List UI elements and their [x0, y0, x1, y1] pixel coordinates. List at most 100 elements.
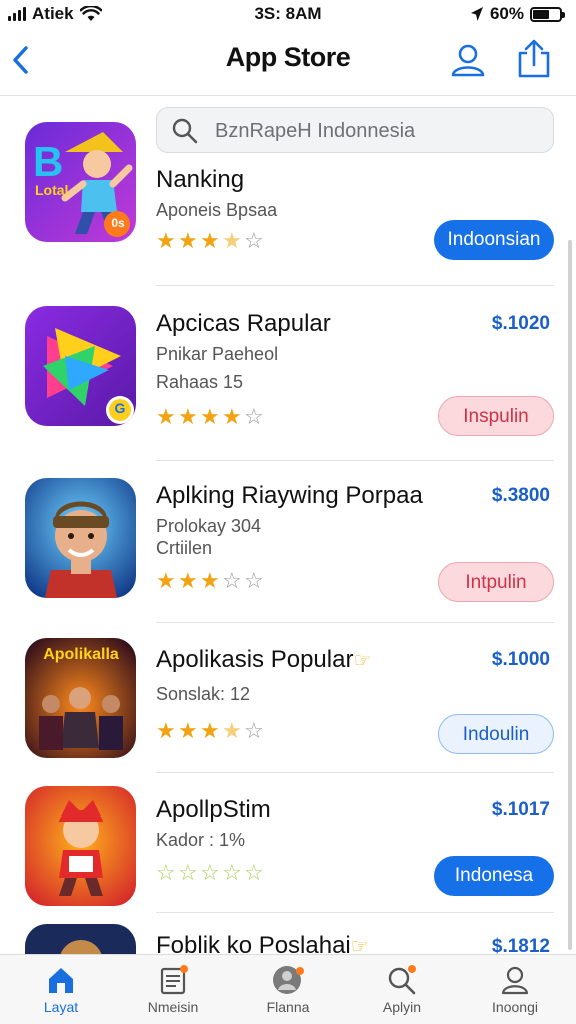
app-icon-letter: B	[33, 138, 64, 185]
star-rating: ★ ★ ★ ★ ☆	[156, 406, 265, 428]
search-icon	[388, 965, 416, 995]
star-icon: ☆	[222, 860, 242, 885]
star-icon: ★	[200, 228, 220, 253]
battery-percent: 60%	[489, 4, 524, 23]
tab-account[interactable]: Inoongi	[460, 961, 570, 1023]
app-price: $.3800	[491, 485, 550, 506]
status-right: 60%	[470, 4, 565, 24]
get-button[interactable]: Indoonsian	[434, 220, 554, 260]
app-row[interactable]: B Lotal 0s Nanking Aponeis Bpsaa ★ ★ ★ ★ ☆ I…	[0, 120, 576, 286]
star-icon: ★	[156, 404, 176, 429]
app-icon-title: Apolikalla	[43, 646, 119, 663]
app-developer: Pnikar Paeheol	[156, 344, 279, 364]
battery-icon	[530, 6, 565, 22]
star-icon: ☆	[244, 228, 264, 253]
star-icon: ☆	[222, 568, 242, 593]
thumbs-up-icon: ☞	[353, 650, 372, 672]
app-price: $.1020	[491, 313, 550, 334]
app-price: $.1000	[491, 649, 550, 670]
app-name-text: Apolikasis Popular	[156, 646, 354, 673]
star-icon: ☆	[244, 860, 264, 885]
star-icon: ☆	[178, 860, 198, 885]
app-developer: Prolokay 304	[156, 516, 262, 536]
star-icon: ☆	[244, 404, 264, 429]
account-icon	[501, 966, 529, 995]
app-name: Foblik ko Poslahai☞	[156, 932, 369, 954]
tab-profile[interactable]: Flanna	[233, 961, 343, 1023]
star-icon: ★	[156, 228, 176, 253]
scrollbar[interactable]	[568, 240, 572, 950]
app-icon-badge: 0s	[111, 216, 125, 230]
app-icon-nanking[interactable]: B Lotal 0s	[25, 122, 136, 242]
star-icon: ☆	[200, 860, 220, 885]
star-icon: ☆	[244, 568, 264, 593]
status-bar: Atiek 3S: 8AM 60%	[0, 0, 576, 30]
get-button[interactable]: Indonesa	[434, 856, 554, 896]
app-icon-aplking[interactable]	[25, 478, 136, 598]
app-name: Apcicas Rapular	[156, 310, 331, 337]
app-price: $.1812	[491, 936, 550, 954]
star-rating: ★ ★ ★ ★ ☆	[156, 230, 265, 252]
app-meta: Kador : 1%	[156, 830, 246, 850]
app-name-text: Foblik ko Poslahai	[156, 932, 351, 954]
star-icon: ★	[222, 404, 242, 429]
app-icon-badge: G	[114, 400, 126, 416]
app-icon-small-text: Lotal	[35, 182, 69, 198]
install-button[interactable]: Inspulin	[438, 396, 554, 436]
page-title: App Store	[225, 42, 351, 72]
account-icon[interactable]	[448, 40, 488, 80]
star-icon: ★	[178, 228, 198, 253]
tab-home[interactable]: Layat	[6, 961, 116, 1023]
tab-label: Inoongi	[492, 999, 538, 1015]
news-icon	[160, 965, 188, 995]
app-icon-foblik[interactable]	[25, 924, 136, 954]
star-icon: ★	[178, 568, 198, 593]
star-icon: ★	[200, 718, 220, 743]
tab-label: Aplyin	[382, 999, 422, 1015]
app-name: Nanking	[156, 166, 245, 193]
install-button[interactable]: Intpulin	[438, 562, 554, 602]
app-meta: Sonslak: 12	[156, 684, 251, 704]
navigation-bar: App Store	[0, 30, 576, 96]
app-name: Aplking Riaywing Porpaa	[156, 482, 423, 509]
app-row[interactable]: ApollpStim $.1017 Kador : 1% ☆ ☆ ☆ ☆ ☆ Indon…	[0, 772, 576, 913]
thumbs-up-icon: ☞	[350, 936, 369, 954]
profile-icon	[273, 966, 304, 994]
tab-search[interactable]: Aplyin	[347, 961, 457, 1023]
star-icon: ☆	[156, 860, 176, 885]
star-rating: ★ ★ ★ ☆ ☆	[156, 570, 265, 592]
app-icon-apollpstim[interactable]	[25, 786, 136, 906]
star-icon: ★	[156, 568, 176, 593]
tab-label: Nmeisin	[147, 999, 199, 1015]
star-icon: ★	[178, 404, 198, 429]
app-meta: Rahaas 15	[156, 372, 244, 392]
star-icon: ★	[222, 228, 242, 253]
app-row[interactable]: Aplking Riaywing Porpaa $.3800 Prolokay …	[0, 460, 576, 623]
tab-label: Flanna	[266, 999, 310, 1015]
star-icon: ☆	[244, 718, 264, 743]
home-icon	[49, 968, 73, 993]
star-icon: ★	[222, 718, 242, 743]
app-developer: Aponeis Bpsaa	[156, 200, 278, 220]
app-name: ApollpStim	[156, 796, 271, 823]
tab-label: Layat	[43, 999, 79, 1015]
star-icon: ★	[178, 718, 198, 743]
app-row[interactable]: Foblik ko Poslahai☞ $.1812	[0, 912, 576, 954]
app-row[interactable]: Apolikalla Apolikasis Popular☞ $.1000 So…	[0, 622, 576, 773]
tab-news[interactable]: Nmeisin	[118, 961, 228, 1023]
app-row[interactable]: G Apcicas Rapular $.1020 Pnikar Paeheol …	[0, 286, 576, 461]
star-icon: ★	[156, 718, 176, 743]
star-rating: ☆ ☆ ☆ ☆ ☆	[156, 862, 265, 884]
star-icon: ★	[200, 568, 220, 593]
tab-bar: Layat Nmeisin Flanna Aplyin Inoongi	[0, 954, 576, 1024]
app-meta: Crtiilen	[156, 538, 213, 558]
app-icon-apolikasis[interactable]: Apolikalla	[25, 638, 136, 758]
install-button[interactable]: Indoulin	[438, 714, 554, 754]
location-icon	[470, 7, 483, 21]
app-icon-apcicas[interactable]: G	[25, 306, 136, 426]
star-icon: ★	[200, 404, 220, 429]
share-icon[interactable]	[514, 38, 554, 80]
star-rating: ★ ★ ★ ★ ☆	[156, 720, 265, 742]
app-price: $.1017	[491, 799, 550, 820]
app-name: Apolikasis Popular☞	[156, 646, 371, 674]
